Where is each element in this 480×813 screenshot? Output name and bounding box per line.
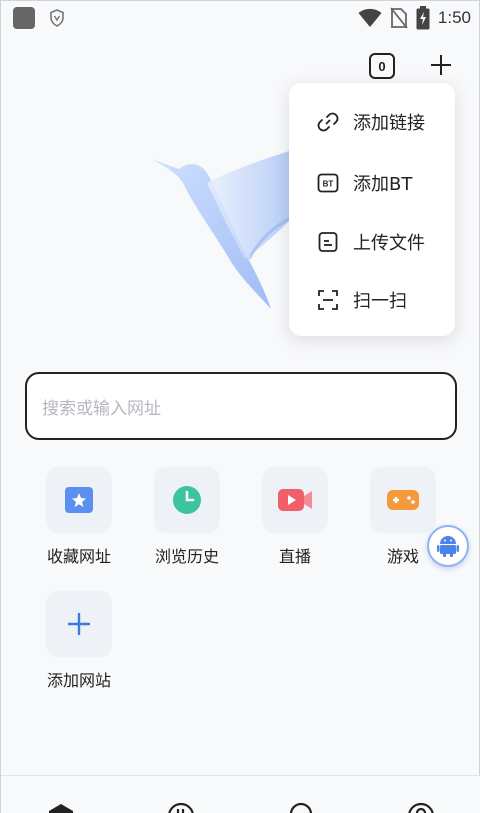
menu-item-label: 上传文件 [353,233,425,254]
tab-count-value: 0 [378,58,386,74]
bird-illustration [151,151,290,309]
android-icon [437,536,459,557]
bottom-nav [1,775,480,813]
bookmark-icon [65,487,93,513]
shortcut-tile [46,591,112,657]
tab-count-button[interactable]: 0 [369,53,395,79]
shortcut-tile [46,467,112,533]
search-placeholder: 搜索或输入网址 [42,398,161,419]
shortcut-label: 收藏网址 [46,547,111,566]
shortcut-tile [262,467,328,533]
menu-item-label: 扫一扫 [353,291,407,312]
home-icon[interactable] [47,802,75,813]
menu-item-label: 添加链接 [353,113,425,134]
file-icon [317,231,339,253]
plus-icon [68,613,90,635]
add-menu: 添加链接 BT 添加BT 上传文件 扫一扫 [289,83,455,336]
shortcut-live[interactable]: 直播 [250,467,340,567]
clock: 1:50 [437,8,471,27]
plus-icon[interactable] [429,53,453,77]
app-icon [13,7,35,29]
shortcut-add-site[interactable]: 添加网站 [34,591,124,691]
floating-assistant-button[interactable] [427,525,469,567]
scan-icon [317,289,339,311]
link-icon [317,111,339,133]
shortcut-tile [370,467,436,533]
shortcut-bookmarks[interactable]: 收藏网址 [34,467,124,567]
menu-item-add-link[interactable]: 添加链接 [289,97,455,147]
history-icon [173,486,201,514]
shortcut-label: 添加网站 [46,671,111,690]
profile-icon[interactable] [407,802,435,813]
shortcut-history[interactable]: 浏览历史 [142,467,232,567]
app-screen: 1:50 0 添加链接 BT 添加BT 上传文件 扫一扫 搜索或输入网址 收藏网… [0,0,480,813]
menu-item-label: 添加BT [353,174,413,195]
bt-icon-text: BT [323,180,334,189]
menu-item-add-bt[interactable]: BT 添加BT [289,158,455,208]
search-input[interactable]: 搜索或输入网址 [25,372,457,440]
search-icon[interactable] [287,802,315,813]
download-icon[interactable] [167,802,195,813]
shortcut-tile [154,467,220,533]
shortcut-label: 浏览历史 [154,547,219,566]
game-icon [387,490,419,510]
wifi-icon [358,8,382,27]
status-bar: 1:50 [1,1,480,35]
shield-icon [50,9,64,27]
menu-item-upload-file[interactable]: 上传文件 [289,217,455,267]
battery-charging-icon [416,6,430,30]
bt-icon: BT [317,172,339,194]
live-icon [278,489,312,511]
no-sim-icon [390,7,408,29]
shortcut-label: 直播 [278,547,311,566]
menu-item-scan[interactable]: 扫一扫 [289,275,455,325]
